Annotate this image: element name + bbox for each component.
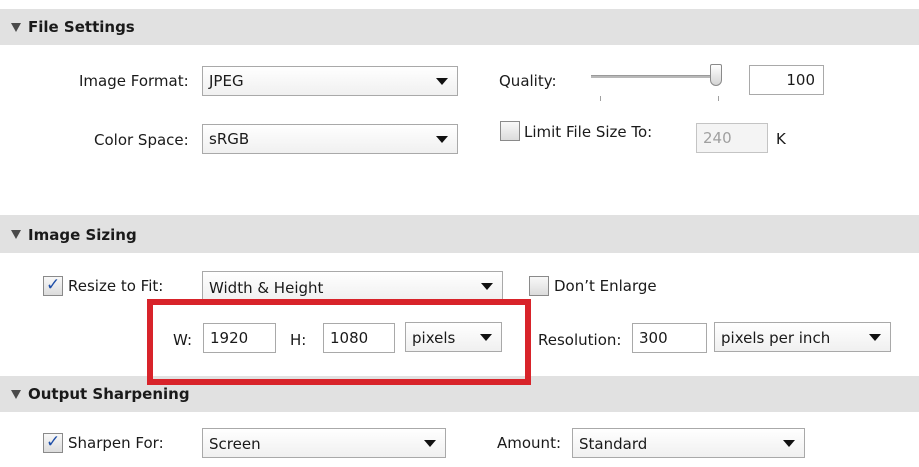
collapse-triangle-icon[interactable] (11, 390, 21, 399)
image-format-label: Image Format: (79, 72, 189, 90)
output-sharpening-header[interactable]: Output Sharpening (0, 376, 919, 412)
sharpen-for-checkbox[interactable]: ✓ (43, 432, 63, 453)
chevron-down-icon (869, 334, 881, 341)
quality-slider-thumb[interactable] (710, 64, 722, 86)
quality-input[interactable] (749, 65, 824, 95)
resize-mode-value: Width & Height (209, 279, 324, 297)
sharpen-for-label: Sharpen For: (68, 434, 164, 452)
resolution-label: Resolution: (538, 331, 622, 349)
chevron-down-icon (424, 440, 436, 447)
limit-file-size-checkbox[interactable] (500, 121, 520, 141)
image-sizing-header[interactable]: Image Sizing (0, 215, 919, 253)
dont-enlarge-label: Don’t Enlarge (554, 277, 657, 295)
chevron-down-icon (480, 334, 492, 341)
output-sharpening-title: Output Sharpening (28, 385, 190, 403)
limit-file-size-input[interactable] (696, 123, 768, 153)
file-settings-header[interactable]: File Settings (0, 9, 919, 45)
sharpen-for-value: Screen (209, 435, 261, 453)
resize-to-fit-label: Resize to Fit: (68, 277, 164, 295)
resize-mode-dropdown[interactable]: Width & Height (202, 271, 503, 301)
chevron-down-icon (783, 440, 795, 447)
amount-label: Amount: (497, 434, 561, 452)
width-label: W: (173, 331, 193, 349)
amount-dropdown[interactable]: Standard (572, 428, 805, 458)
quality-slider-track[interactable] (591, 75, 721, 78)
resolution-input[interactable] (632, 323, 707, 353)
limit-file-size-label: Limit File Size To: (524, 123, 653, 141)
quality-slider-tick (600, 96, 601, 101)
color-space-label: Color Space: (94, 131, 189, 149)
checkmark-icon: ✓ (46, 275, 61, 295)
resize-to-fit-checkbox[interactable]: ✓ (43, 275, 63, 296)
collapse-triangle-icon[interactable] (11, 23, 21, 32)
units-dropdown[interactable]: pixels (405, 322, 502, 352)
width-input[interactable] (203, 323, 276, 353)
limit-file-size-unit: K (776, 130, 786, 148)
units-value: pixels (412, 329, 456, 347)
image-format-dropdown[interactable]: JPEG (202, 66, 458, 96)
image-format-value: JPEG (209, 72, 244, 90)
sharpen-for-dropdown[interactable]: Screen (202, 428, 446, 458)
color-space-value: sRGB (209, 130, 250, 148)
checkmark-icon: ✓ (46, 432, 61, 452)
image-sizing-title: Image Sizing (28, 226, 137, 244)
collapse-triangle-icon[interactable] (11, 230, 21, 239)
quality-slider-tick (718, 96, 719, 101)
file-settings-title: File Settings (28, 18, 135, 36)
dont-enlarge-checkbox[interactable] (529, 276, 549, 296)
resolution-unit-value: pixels per inch (721, 329, 831, 347)
amount-value: Standard (579, 435, 648, 453)
height-label: H: (290, 331, 307, 349)
chevron-down-icon (436, 136, 448, 143)
quality-label: Quality: (499, 72, 557, 90)
chevron-down-icon (436, 78, 448, 85)
color-space-dropdown[interactable]: sRGB (202, 124, 458, 154)
height-input[interactable] (323, 323, 395, 353)
chevron-down-icon (481, 283, 493, 290)
resolution-unit-dropdown[interactable]: pixels per inch (714, 322, 891, 352)
